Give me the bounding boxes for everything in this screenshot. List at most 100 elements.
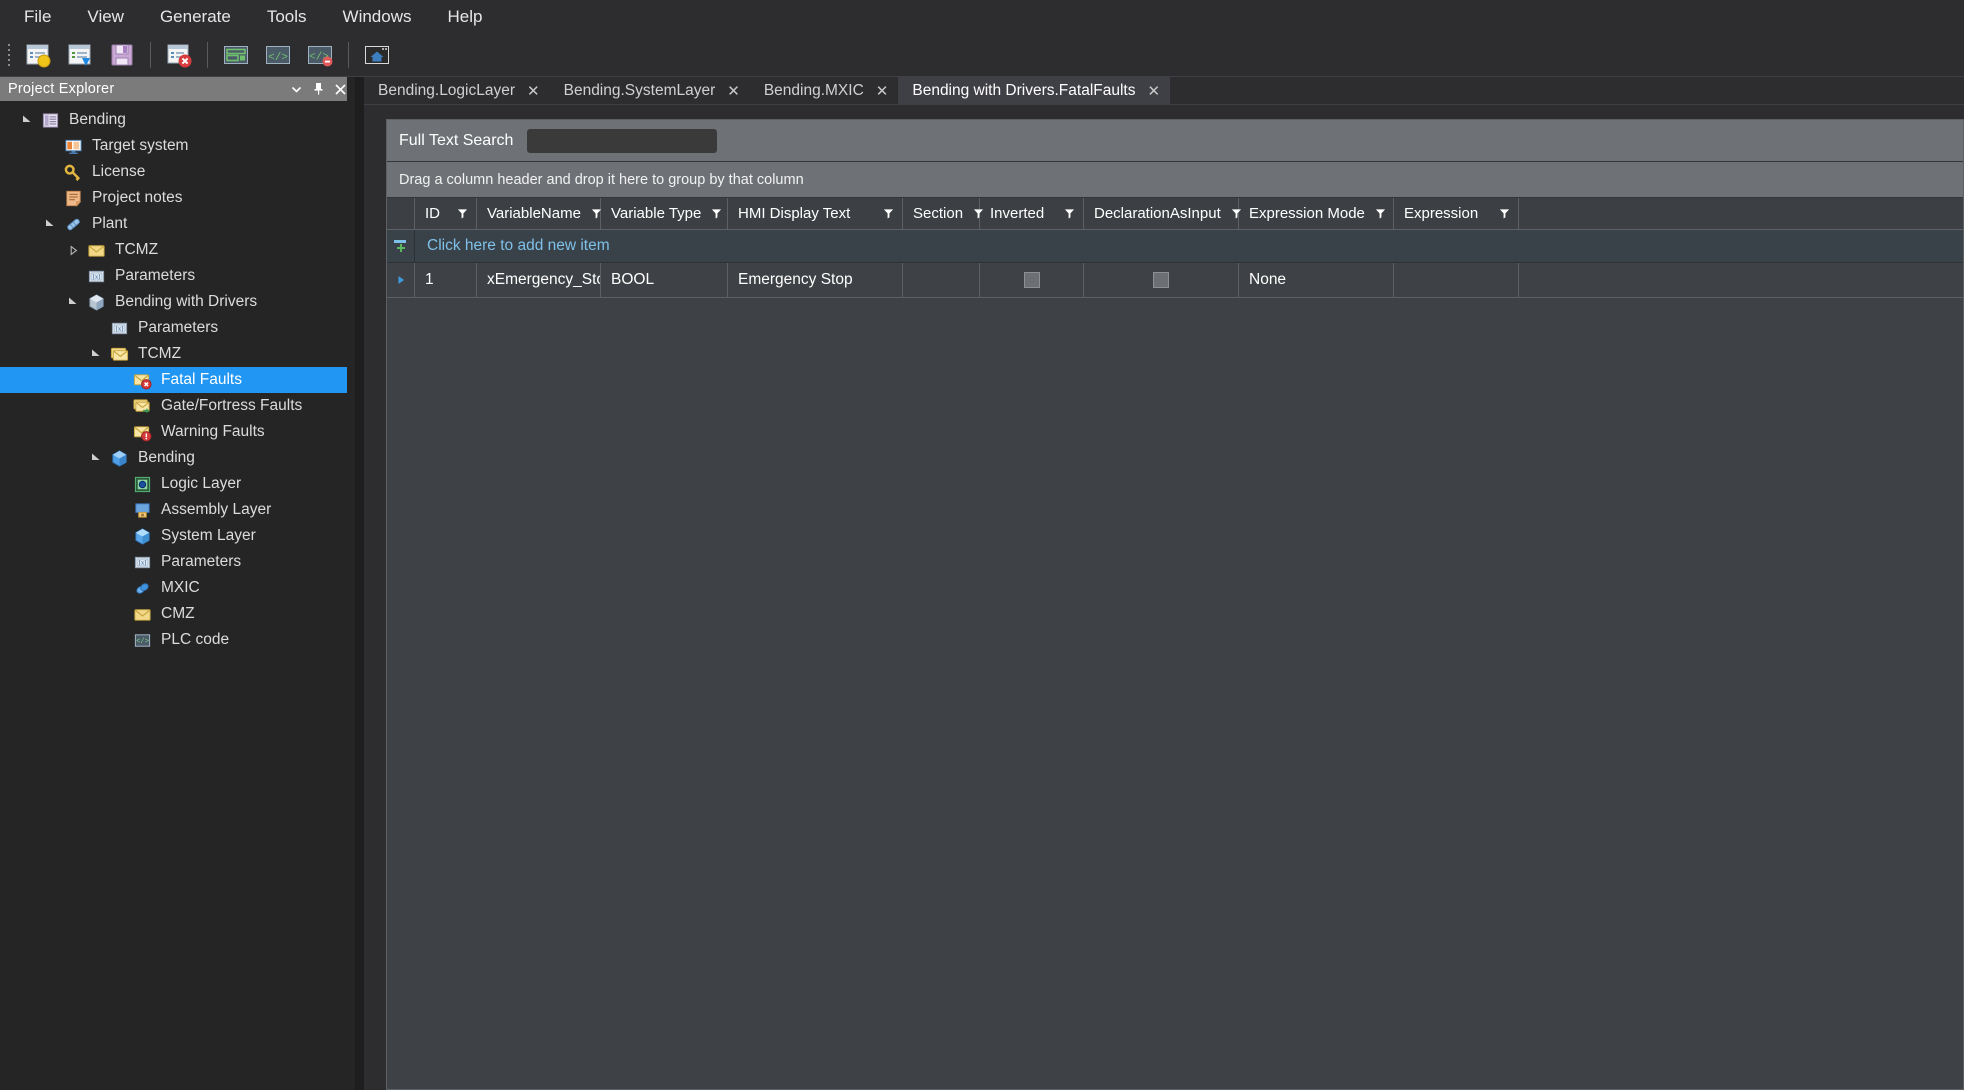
filter-funnel-icon[interactable] [1064, 208, 1075, 219]
generate-hmi-button[interactable] [217, 36, 255, 74]
column-header-section[interactable]: Section [903, 198, 984, 229]
tab-bending-with-drivers-fatalfaults[interactable]: Bending with Drivers.FatalFaults ✕ [898, 77, 1171, 104]
column-header-expression-mode[interactable]: Expression Mode [1239, 198, 1394, 229]
filter-funnel-icon[interactable] [711, 208, 722, 219]
column-header-variablename[interactable]: VariableName [477, 198, 602, 229]
tab-bending-logiclayer[interactable]: Bending.LogicLayer ✕ [364, 77, 550, 104]
column-header-label: Expression [1404, 205, 1479, 222]
column-header-declarationasinput[interactable]: DeclarationAsInput [1084, 198, 1241, 229]
column-filter-button[interactable] [883, 208, 894, 219]
pane-splitter[interactable] [356, 77, 364, 1090]
column-header-inverted[interactable]: Inverted [980, 198, 1084, 229]
cell-text: BOOL [611, 271, 655, 288]
tab-close-icon[interactable]: ✕ [1147, 82, 1160, 100]
column-header-expression[interactable]: Expression [1394, 198, 1519, 229]
expand-arrow-down-icon[interactable] [16, 107, 38, 133]
new-project-button[interactable] [19, 36, 57, 74]
tree-item-cmz[interactable]: CMZ [0, 601, 355, 627]
column-header-variable-type[interactable]: Variable Type [601, 198, 728, 229]
tree-item-parameters[interactable]: [x] Parameters [0, 315, 355, 341]
generate-code-error-icon: </> [308, 45, 333, 66]
generate-code-error-button[interactable]: </> [301, 36, 339, 74]
tree-item-parameters[interactable]: [x] Parameters [0, 549, 355, 575]
cell-expression-mode[interactable]: None [1239, 263, 1394, 297]
chevron-down-icon[interactable] [285, 78, 307, 100]
group-by-drop-area[interactable]: Drag a column header and drop it here to… [387, 162, 1963, 198]
column-filter-button[interactable] [1064, 208, 1075, 219]
cell-id[interactable]: 1 [415, 263, 477, 297]
tree-item-license[interactable]: License [0, 159, 355, 185]
tree-item-tcmz[interactable]: TCMZ [0, 341, 355, 367]
envelope-icon [87, 244, 105, 257]
column-header-label: VariableName [487, 205, 581, 222]
generate-code-button[interactable]: </> [259, 36, 297, 74]
menu-item-view[interactable]: View [69, 4, 142, 29]
tree-item-target-system[interactable]: Target system [0, 133, 355, 159]
home-button[interactable] [358, 36, 396, 74]
tree-item-logic-layer[interactable]: Logic Layer [0, 471, 355, 497]
menu-item-help[interactable]: Help [430, 4, 501, 29]
tree-item-fatal-faults[interactable]: Fatal Faults [0, 367, 355, 393]
tree-item-bending[interactable]: Bending [0, 445, 355, 471]
tree-item-plc-code[interactable]: </> PLC code [0, 627, 355, 653]
column-header-id[interactable]: ID [415, 198, 477, 229]
cell-variable-type[interactable]: BOOL [601, 263, 728, 297]
column-filter-button[interactable] [457, 208, 468, 219]
menu-item-generate[interactable]: Generate [142, 4, 249, 29]
tree-item-mxic[interactable]: MXIC [0, 575, 355, 601]
tab-bending-systemlayer[interactable]: Bending.SystemLayer ✕ [550, 77, 750, 104]
tab-close-icon[interactable]: ✕ [727, 82, 740, 100]
filter-funnel-icon[interactable] [457, 208, 468, 219]
cell-variable-name[interactable]: xEmergency_Stop [477, 263, 601, 297]
tree-item-system-layer[interactable]: System Layer [0, 523, 355, 549]
toolbar-grip[interactable] [4, 40, 14, 70]
cell-expression[interactable] [1394, 263, 1519, 297]
menu-item-file[interactable]: File [6, 4, 69, 29]
expand-arrow-right-icon[interactable] [62, 237, 84, 263]
cell-inverted[interactable] [980, 263, 1084, 297]
filter-funnel-icon[interactable] [883, 208, 894, 219]
menu-item-windows[interactable]: Windows [325, 4, 430, 29]
column-header-hmi-display-text[interactable]: HMI Display Text [728, 198, 903, 229]
expand-arrow-down-icon[interactable] [85, 341, 107, 367]
row-selector-icon[interactable] [387, 263, 415, 297]
tree-item-label: Logic Layer [161, 475, 242, 493]
table-row[interactable]: 1 xEmergency_Stop BOOL Emergency Stop None [387, 263, 1963, 298]
inverted-checkbox[interactable] [1023, 272, 1040, 288]
tree-item-tcmz[interactable]: TCMZ [0, 237, 355, 263]
filter-funnel-icon[interactable] [1375, 208, 1386, 219]
tree-no-twisty [108, 601, 130, 627]
full-text-search-input[interactable] [527, 128, 718, 153]
tree-item-warning-faults[interactable]: Warning Faults [0, 419, 355, 445]
tab-close-icon[interactable]: ✕ [527, 82, 540, 100]
tree-item-parameters[interactable]: [x] Parameters [0, 263, 355, 289]
tree-item-bending-with-drivers[interactable]: Bending with Drivers [0, 289, 355, 315]
tree-item-project-notes[interactable]: Project notes [0, 185, 355, 211]
open-project-button[interactable] [61, 36, 99, 74]
filter-funnel-icon[interactable] [1499, 208, 1510, 219]
column-filter-button[interactable] [1375, 208, 1386, 219]
expand-arrow-down-icon[interactable] [39, 211, 61, 237]
column-filter-button[interactable] [711, 208, 722, 219]
tree-item-plant[interactable]: Plant [0, 211, 355, 237]
explorer-scrollbar[interactable] [347, 77, 355, 1090]
menu-item-tools[interactable]: Tools [249, 4, 325, 29]
cell-hmi-display-text[interactable]: Emergency Stop [728, 263, 903, 297]
add-new-item-row[interactable]: Click here to add new item [387, 230, 1963, 263]
project-tree[interactable]: Bending Target system License Project no… [0, 101, 355, 1090]
tree-item-bending[interactable]: Bending [0, 107, 355, 133]
cell-declaration-as-input[interactable] [1084, 263, 1239, 297]
expand-arrow-down-icon[interactable] [62, 289, 84, 315]
tree-item-assembly-layer[interactable]: Assembly Layer [0, 497, 355, 523]
cell-section[interactable] [903, 263, 980, 297]
tab-close-icon[interactable]: ✕ [876, 82, 889, 100]
tab-bending-mxic[interactable]: Bending.MXIC ✕ [750, 77, 899, 104]
declaration-as-input-checkbox[interactable] [1153, 272, 1169, 288]
save-project-button[interactable] [103, 36, 141, 74]
tree-item-label: Fatal Faults [161, 371, 242, 389]
tree-item-gate-fortress-faults[interactable]: Gate/Fortress Faults [0, 393, 355, 419]
pin-icon[interactable] [307, 78, 329, 100]
column-filter-button[interactable] [1499, 208, 1510, 219]
close-project-button[interactable] [160, 36, 198, 74]
expand-arrow-down-icon[interactable] [85, 445, 107, 471]
